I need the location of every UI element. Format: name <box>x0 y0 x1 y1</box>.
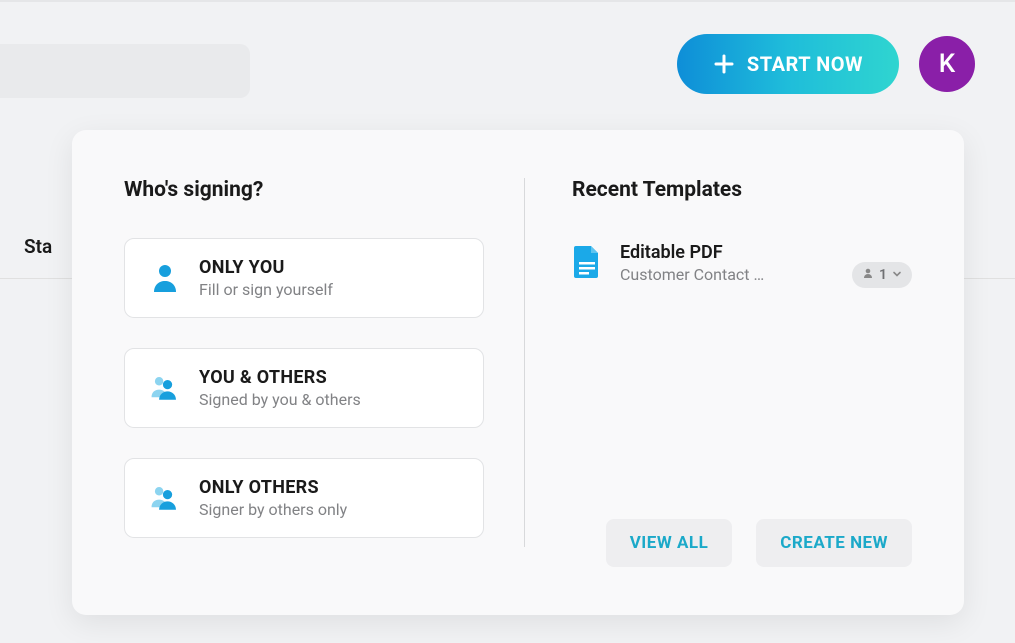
signer-count-pill[interactable]: 1 <box>852 262 912 288</box>
option-subtitle: Fill or sign yourself <box>199 280 333 299</box>
document-icon <box>572 244 602 280</box>
signing-heading: Who's signing? <box>124 178 484 202</box>
view-all-button[interactable]: VIEW ALL <box>606 519 733 567</box>
option-subtitle: Signed by you & others <box>199 390 361 409</box>
user-icon <box>149 262 181 294</box>
users-icon <box>149 372 181 404</box>
avatar[interactable]: K <box>919 36 975 92</box>
avatar-initial: K <box>939 49 955 79</box>
plus-icon <box>713 53 735 75</box>
start-now-popover: Who's signing? ONLY YOU Fill or sign you… <box>72 130 964 615</box>
option-title: ONLY YOU <box>199 257 333 278</box>
chevron-down-icon <box>892 267 902 283</box>
start-now-button[interactable]: START NOW <box>677 34 899 94</box>
templates-heading: Recent Templates <box>572 178 912 202</box>
option-subtitle: Signer by others only <box>199 500 347 519</box>
template-subtitle: Customer Contact … <box>620 265 834 284</box>
option-title: YOU & OTHERS <box>199 367 361 388</box>
search-input[interactable] <box>0 44 250 98</box>
users-icon <box>149 482 181 514</box>
option-only-others[interactable]: ONLY OTHERS Signer by others only <box>124 458 484 538</box>
option-only-you[interactable]: ONLY YOU Fill or sign yourself <box>124 238 484 318</box>
option-title: ONLY OTHERS <box>199 477 347 498</box>
template-item[interactable]: Editable PDF Customer Contact … 1 <box>572 238 912 292</box>
start-now-label: START NOW <box>747 52 863 76</box>
create-new-button[interactable]: CREATE NEW <box>756 519 912 567</box>
template-title: Editable PDF <box>620 242 834 263</box>
user-small-icon <box>862 267 874 283</box>
option-you-and-others[interactable]: YOU & OTHERS Signed by you & others <box>124 348 484 428</box>
tab-status[interactable]: Sta <box>0 215 76 278</box>
signer-count: 1 <box>879 267 887 283</box>
vertical-divider <box>524 178 525 547</box>
